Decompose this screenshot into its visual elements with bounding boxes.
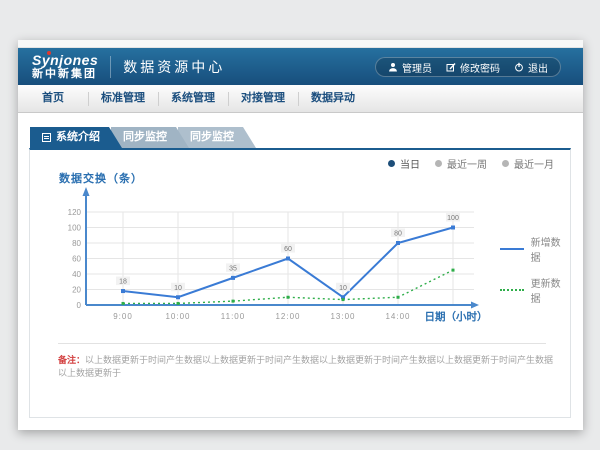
nav-item[interactable]: 首页 bbox=[18, 85, 88, 112]
svg-text:18: 18 bbox=[119, 279, 127, 286]
footnote-label: 备注： bbox=[58, 355, 85, 365]
svg-text:10: 10 bbox=[174, 285, 182, 292]
logo-wordmark: Synjones bbox=[32, 53, 98, 67]
svg-text:11:00: 11:00 bbox=[221, 312, 245, 321]
svg-text:35: 35 bbox=[229, 265, 237, 272]
radio-dot bbox=[435, 160, 442, 167]
nav-item[interactable]: 标准管理 bbox=[88, 85, 158, 112]
svg-text:120: 120 bbox=[68, 208, 82, 217]
main-nav: 首页标准管理系统管理对接管理数据异动 bbox=[18, 85, 583, 113]
legend-item[interactable]: 新增数据 bbox=[500, 234, 570, 264]
svg-text:13:00: 13:00 bbox=[330, 312, 355, 321]
svg-text:100: 100 bbox=[68, 224, 82, 233]
svg-text:9:00: 9:00 bbox=[113, 312, 133, 321]
svg-text:0: 0 bbox=[77, 301, 82, 310]
user-menu-user[interactable]: 管理员 bbox=[388, 60, 432, 75]
app-header: Synjones 新中新集团 数据资源中心 管理员修改密码退出 bbox=[18, 48, 583, 85]
time-range-filter: 当日最近一周最近一月 bbox=[388, 156, 554, 171]
user-menu: 管理员修改密码退出 bbox=[375, 57, 561, 77]
nav-item[interactable]: 数据异动 bbox=[298, 85, 368, 112]
legend-line-sample bbox=[500, 248, 524, 250]
svg-text:100: 100 bbox=[447, 215, 459, 222]
section-divider bbox=[58, 343, 546, 344]
tab-inactive[interactable]: 同步监控 bbox=[111, 127, 189, 148]
svg-text:20: 20 bbox=[72, 286, 81, 295]
svg-text:60: 60 bbox=[72, 255, 81, 264]
logo-company-name: 新中新集团 bbox=[32, 69, 98, 80]
radio-dot bbox=[388, 160, 395, 167]
chart-legend: 新增数据更新数据 bbox=[500, 234, 570, 305]
svg-text:12:00: 12:00 bbox=[275, 312, 300, 321]
nav-item[interactable]: 系统管理 bbox=[158, 85, 228, 112]
svg-text:10:00: 10:00 bbox=[165, 312, 190, 321]
user-icon bbox=[388, 62, 398, 72]
chart-panel: 当日最近一周最近一月 数据交换（条） 0 20 40 60 80 100 120 9:00 10… bbox=[29, 148, 571, 418]
document-icon bbox=[42, 133, 51, 142]
tab-active[interactable]: 系统介绍 bbox=[30, 127, 122, 148]
svg-text:80: 80 bbox=[72, 239, 81, 248]
svg-text:日期（小时）: 日期（小时） bbox=[425, 310, 488, 323]
y-axis-title: 数据交换（条） bbox=[59, 170, 143, 186]
nav-item[interactable]: 对接管理 bbox=[228, 85, 298, 112]
range-option[interactable]: 当日 bbox=[388, 156, 420, 171]
line-chart: 0 20 40 60 80 100 120 9:00 10:00 11:00 12:00 13:00 1… bbox=[59, 185, 507, 335]
svg-text:10: 10 bbox=[339, 285, 347, 292]
svg-text:40: 40 bbox=[72, 270, 81, 279]
user-menu-power[interactable]: 退出 bbox=[514, 60, 548, 75]
page-title: 数据资源中心 bbox=[123, 57, 225, 77]
range-option[interactable]: 最近一周 bbox=[435, 156, 487, 171]
footnote-text: 以上数据更新于时间产生数据以上数据更新于时间产生数据以上数据更新于时间产生数据以… bbox=[58, 355, 553, 378]
legend-line-sample bbox=[500, 289, 524, 291]
logo-dot-accent bbox=[47, 51, 51, 55]
content-area: 系统介绍同步监控同步监控 当日最近一周最近一月 数据交换（条） 02040608… bbox=[18, 113, 583, 430]
edit-icon bbox=[446, 62, 456, 72]
tab-inactive[interactable]: 同步监控 bbox=[178, 127, 256, 148]
user-menu-edit[interactable]: 修改密码 bbox=[446, 60, 500, 75]
legend-item[interactable]: 更新数据 bbox=[500, 275, 570, 305]
app-window: Synjones 新中新集团 数据资源中心 管理员修改密码退出 首页标准管理系统… bbox=[18, 40, 583, 430]
radio-dot bbox=[502, 160, 509, 167]
footnote: 备注：以上数据更新于时间产生数据以上数据更新于时间产生数据以上数据更新于时间产生… bbox=[58, 354, 558, 380]
tab-bar: 系统介绍同步监控同步监控 bbox=[30, 127, 245, 148]
svg-text:14:00: 14:00 bbox=[385, 312, 410, 321]
power-icon bbox=[514, 62, 524, 72]
header-divider bbox=[110, 56, 111, 78]
svg-text:80: 80 bbox=[394, 231, 402, 238]
page-top-strip bbox=[18, 40, 583, 48]
brand-logo: Synjones 新中新集团 bbox=[32, 53, 98, 80]
range-option[interactable]: 最近一月 bbox=[502, 156, 554, 171]
svg-text:60: 60 bbox=[284, 246, 292, 253]
